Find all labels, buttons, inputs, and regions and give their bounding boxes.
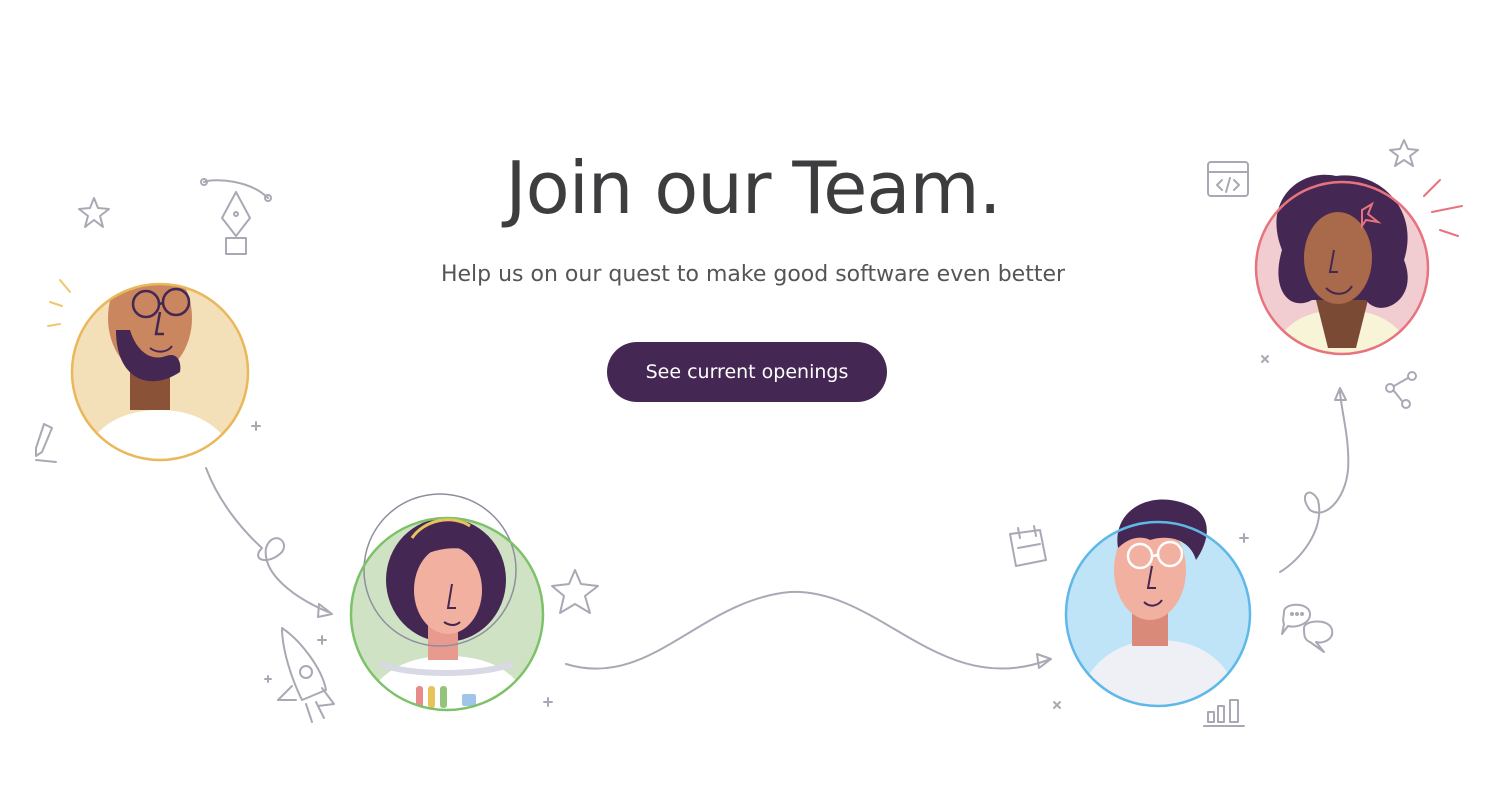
sparkle-mark: [1053, 701, 1061, 709]
avatar-curly-man: [1064, 499, 1252, 708]
pencil-icon: [35, 423, 57, 463]
page-subtitle: Help us on our quest to make good softwa…: [440, 262, 1066, 287]
rocket-icon: [277, 627, 335, 723]
bar-chart-icon: [1203, 699, 1245, 727]
see-openings-button[interactable]: See current openings: [607, 342, 887, 402]
star-icon: [551, 569, 599, 614]
sparkle-mark: [264, 675, 272, 683]
connector-path-2: [565, 590, 1049, 670]
connector-path-3: [1279, 391, 1350, 573]
avatar-bald-man: [70, 282, 250, 462]
share-network-icon: [1385, 371, 1417, 409]
page-title: Join our Team.: [505, 146, 1001, 230]
sparkle-mark: [1261, 355, 1269, 363]
calendar-icon: [1009, 525, 1047, 567]
sparkle-mark: [251, 421, 261, 431]
connector-path-1: [205, 467, 329, 613]
sparkle-mark: [543, 697, 553, 707]
sparkle-mark: [317, 635, 327, 645]
sparkle-mark: [1239, 533, 1249, 543]
avatar-astronaut-woman: [349, 493, 545, 712]
chat-bubbles-icon: [1281, 603, 1334, 653]
